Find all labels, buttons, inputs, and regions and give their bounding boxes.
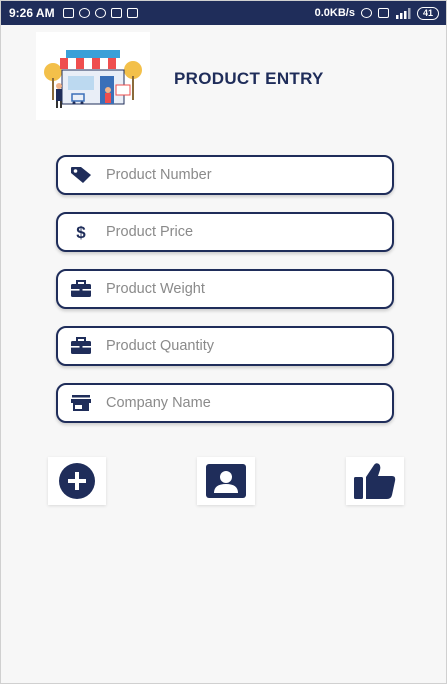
product-price-input[interactable] — [106, 214, 392, 250]
status-time: 9:26 AM — [9, 6, 55, 20]
product-quantity-input[interactable] — [106, 328, 392, 364]
contact-button[interactable] — [197, 457, 255, 505]
product-price-field[interactable]: $ — [56, 212, 394, 252]
battery-icon: 41 — [416, 6, 439, 20]
add-circle-icon — [59, 463, 95, 499]
status-bar: 9:26 AM 0.0KB/s 41 — [1, 1, 446, 25]
product-number-field[interactable] — [56, 155, 394, 195]
briefcase-icon — [70, 278, 92, 300]
mail-icon — [126, 8, 138, 18]
sim-icon — [377, 8, 389, 18]
product-weight-field[interactable] — [56, 269, 394, 309]
product-number-input[interactable] — [106, 157, 392, 193]
svg-text:$: $ — [76, 223, 86, 242]
like-button[interactable] — [346, 457, 404, 505]
app-notification-icon — [78, 8, 90, 18]
notification-icons — [62, 8, 138, 18]
calendar-icon — [110, 8, 122, 18]
store-icon — [70, 392, 92, 414]
thumbs-up-icon — [354, 463, 396, 499]
briefcase-icon — [70, 335, 92, 357]
product-weight-input[interactable] — [106, 271, 392, 307]
alarm-off-icon — [360, 8, 372, 18]
camera-icon — [94, 8, 106, 18]
dollar-icon: $ — [70, 221, 92, 243]
shop-logo-icon — [36, 32, 150, 120]
app-screen: 9:26 AM 0.0KB/s 41 PRODUCT ENTRY Product… — [0, 0, 447, 684]
tag-icon — [70, 164, 92, 186]
header: PRODUCT ENTRY — [36, 32, 416, 122]
company-name-field[interactable] — [56, 383, 394, 423]
contact-card-icon — [206, 464, 246, 498]
network-speed: 0.0KB/s — [314, 7, 355, 19]
page-title: PRODUCT ENTRY — [174, 69, 324, 88]
message-icon — [62, 8, 74, 18]
company-name-input[interactable] — [106, 385, 392, 421]
product-quantity-field[interactable] — [56, 326, 394, 366]
signal-icon — [395, 7, 411, 19]
add-button[interactable] — [48, 457, 106, 505]
status-right: 0.0KB/s 41 — [314, 6, 439, 20]
